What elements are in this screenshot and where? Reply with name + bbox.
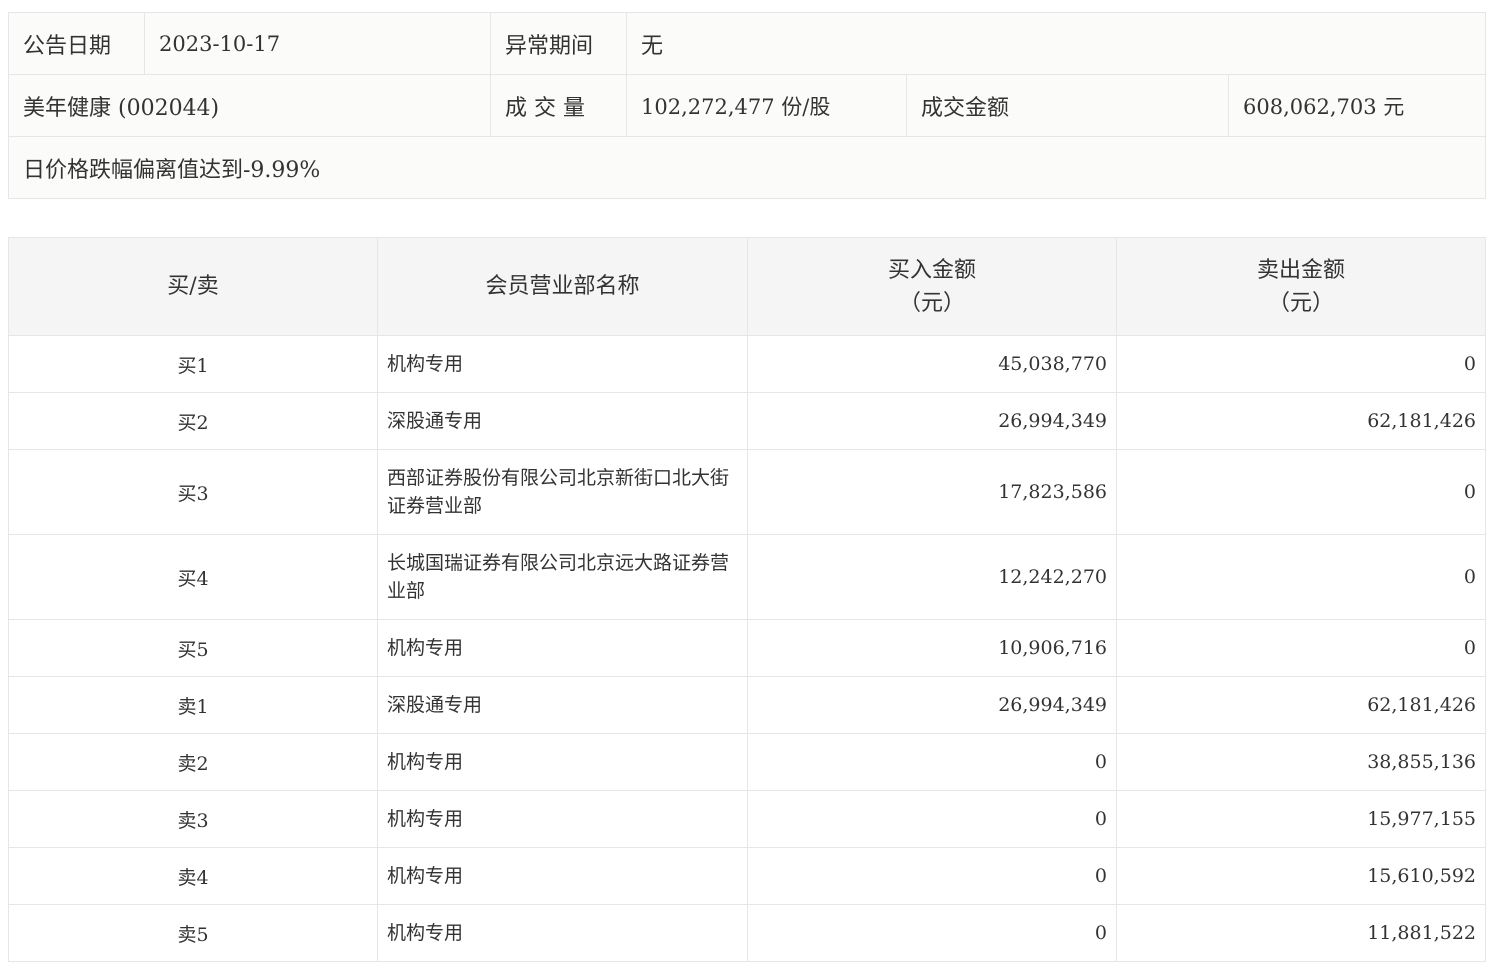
row-side: 买3 [8,449,378,535]
header-member: 会员营业部名称 [377,237,748,336]
abnormal-period-value: 无 [625,12,1487,75]
table-row: 买4 长城国瑞证券有限公司北京远大路证券营业部 12,242,270 0 [8,534,1486,620]
turnover-value: 608,062,703 元 [1227,74,1487,137]
row-side: 卖4 [8,847,378,905]
row-member-name: 深股通专用 [377,392,748,450]
date-value: 2023-10-17 [144,12,491,75]
row-buy-amount: 0 [747,733,1117,791]
row-member-name: 机构专用 [377,335,748,393]
row-member-name: 机构专用 [377,790,748,848]
row-side: 卖1 [8,676,378,734]
volume-value: 102,272,477 份/股 [626,74,907,137]
table-row: 卖2 机构专用 0 38,855,136 [8,733,1486,791]
table-row: 卖1 深股通专用 26,994,349 62,181,426 [8,676,1486,734]
abnormal-reason: 日价格跌幅偏离值达到-9.99% [7,136,1487,199]
row-member-name: 机构专用 [377,904,748,962]
turnover-label: 成交金额 [906,74,1229,137]
row-buy-amount: 0 [747,904,1117,962]
header-buy-amount-unit: （元） [898,290,965,316]
row-member-name: 长城国瑞证券有限公司北京远大路证券营业部 [377,534,748,620]
header-sell-amount: 卖出金额 （元） [1116,237,1486,336]
row-side: 买5 [8,619,378,677]
row-sell-amount: 62,181,426 [1116,392,1486,450]
header-buy-amount-title: 买入金额 [887,257,976,283]
row-sell-amount: 11,881,522 [1116,904,1486,962]
row-side: 买1 [8,335,378,393]
stock-info-table: 公告日期 2023-10-17 异常期间 无 美年健康 (002044) 成 交… [7,12,1487,199]
row-side: 卖3 [8,790,378,848]
table-row: 买3 西部证券股份有限公司北京新街口北大街证券营业部 17,823,586 0 [8,449,1486,535]
row-side: 买2 [8,392,378,450]
stock-name: 美年健康 (002044) [8,74,491,137]
row-buy-amount: 17,823,586 [747,449,1117,535]
row-sell-amount: 0 [1116,335,1486,393]
info-row-date: 公告日期 2023-10-17 异常期间 无 [8,12,1487,75]
table-row: 买1 机构专用 45,038,770 0 [8,335,1486,393]
broker-trade-table: 买/卖 会员营业部名称 买入金额 （元） 卖出金额 （元） 买1 机构专用 45… [8,237,1486,962]
date-label: 公告日期 [8,12,145,75]
row-buy-amount: 26,994,349 [747,392,1117,450]
info-row-reason: 日价格跌幅偏离值达到-9.99% [7,136,1487,199]
row-member-name: 机构专用 [377,619,748,677]
row-side: 卖5 [8,904,378,962]
header-side: 买/卖 [8,237,378,336]
row-buy-amount: 12,242,270 [747,534,1117,620]
table-row: 买2 深股通专用 26,994,349 62,181,426 [8,392,1486,450]
header-buy-amount: 买入金额 （元） [747,237,1117,336]
table-row: 卖4 机构专用 0 15,610,592 [8,847,1486,905]
row-member-name: 机构专用 [377,847,748,905]
row-member-name: 西部证券股份有限公司北京新街口北大街证券营业部 [377,449,748,535]
row-sell-amount: 0 [1116,449,1486,535]
row-sell-amount: 0 [1116,534,1486,620]
row-sell-amount: 15,610,592 [1116,847,1486,905]
row-sell-amount: 0 [1116,619,1486,677]
table-header-row: 买/卖 会员营业部名称 买入金额 （元） 卖出金额 （元） [8,237,1486,336]
row-sell-amount: 38,855,136 [1116,733,1486,791]
header-sell-amount-unit: （元） [1267,290,1334,316]
abnormal-period-label: 异常期间 [490,12,627,75]
header-sell-amount-title: 卖出金额 [1256,257,1345,283]
volume-label: 成 交 量 [490,74,627,137]
row-side: 卖2 [8,733,378,791]
row-member-name: 深股通专用 [377,676,748,734]
row-buy-amount: 0 [747,790,1117,848]
row-buy-amount: 0 [747,847,1117,905]
row-member-name: 机构专用 [377,733,748,791]
row-buy-amount: 10,906,716 [747,619,1117,677]
table-row: 卖3 机构专用 0 15,977,155 [8,790,1486,848]
row-sell-amount: 15,977,155 [1116,790,1486,848]
row-buy-amount: 45,038,770 [747,335,1117,393]
row-sell-amount: 62,181,426 [1116,676,1486,734]
table-row: 卖5 机构专用 0 11,881,522 [8,904,1486,962]
row-buy-amount: 26,994,349 [747,676,1117,734]
row-side: 买4 [8,534,378,620]
info-row-trade: 美年健康 (002044) 成 交 量 102,272,477 份/股 成交金额… [8,74,1487,137]
table-row: 买5 机构专用 10,906,716 0 [8,619,1486,677]
